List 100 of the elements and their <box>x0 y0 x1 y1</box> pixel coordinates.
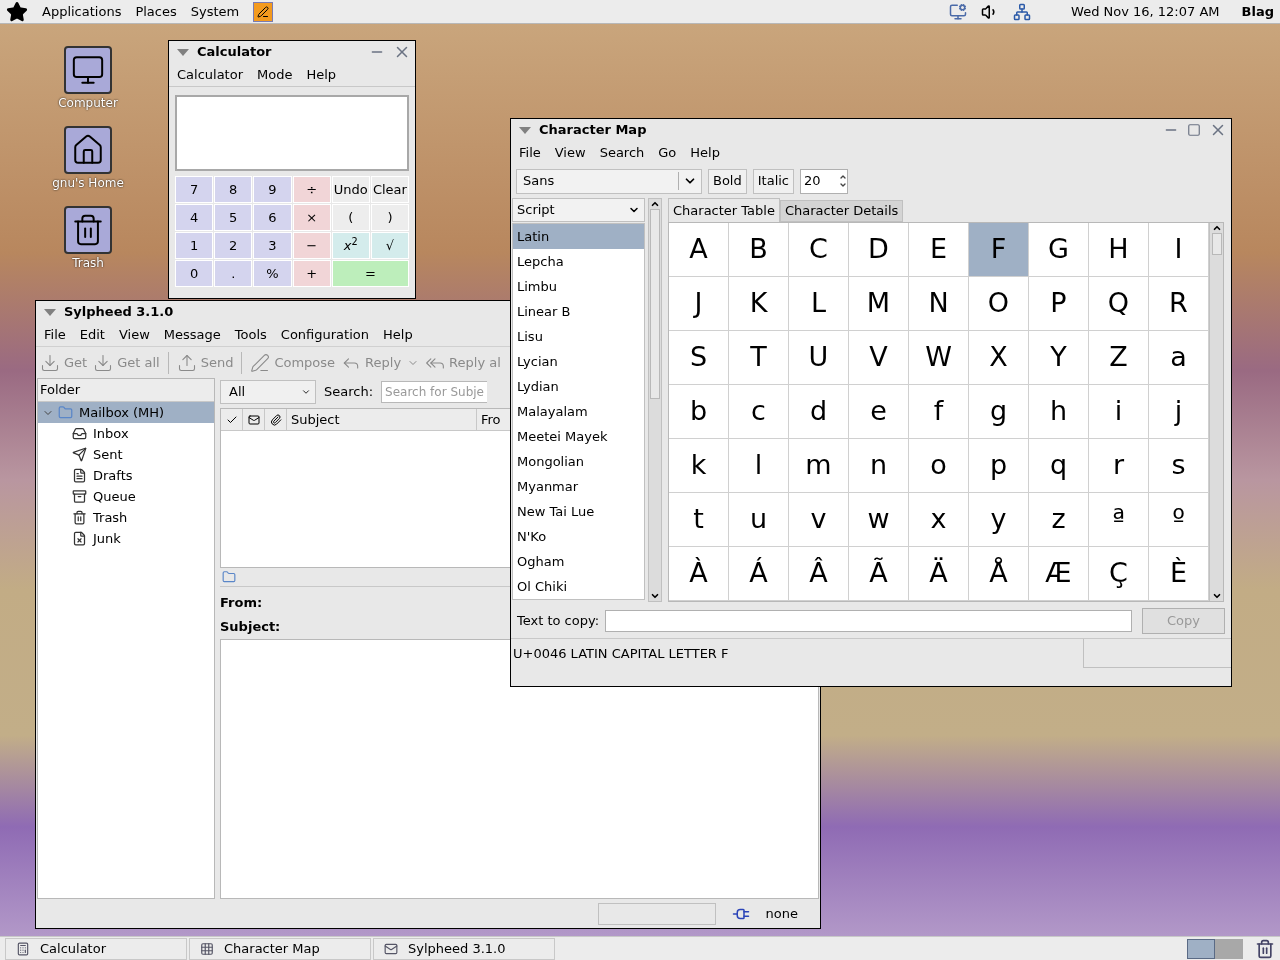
character-cell[interactable]: u <box>729 493 789 547</box>
taskbar-button[interactable]: Sylpheed 3.1.0 <box>373 937 555 960</box>
calculator-key[interactable]: ÷ <box>292 176 331 203</box>
menu-item[interactable]: Calculator <box>177 64 243 85</box>
workspace-switcher[interactable] <box>1187 938 1243 959</box>
calculator-key[interactable]: √ <box>370 232 409 259</box>
character-cell[interactable]: J <box>669 277 729 331</box>
calculator-key[interactable]: x$^{2}$ <box>331 232 370 259</box>
calculator-key[interactable]: ) <box>370 204 409 231</box>
character-cell[interactable]: O <box>969 277 1029 331</box>
character-cell[interactable]: Æ <box>1029 547 1089 601</box>
panel-menu[interactable]: Applications <box>42 1 122 22</box>
scrollbar[interactable] <box>1209 223 1223 601</box>
character-cell[interactable]: t <box>669 493 729 547</box>
menu-item[interactable]: Help <box>306 64 337 85</box>
character-cell[interactable]: f <box>909 385 969 439</box>
calculator-key[interactable]: 8 <box>214 176 253 203</box>
calculator-key[interactable]: ( <box>331 204 370 231</box>
character-cell[interactable]: G <box>1029 223 1089 277</box>
character-cell[interactable]: j <box>1149 385 1209 439</box>
character-cell[interactable]: z <box>1029 493 1089 547</box>
window-menu-icon[interactable] <box>519 126 531 134</box>
character-cell[interactable]: w <box>849 493 909 547</box>
character-cell[interactable]: a <box>1149 331 1209 385</box>
script-dropdown[interactable]: Script <box>512 198 645 222</box>
character-cell[interactable]: Ç <box>1089 547 1149 601</box>
character-cell[interactable]: i <box>1089 385 1149 439</box>
script-item[interactable]: Malayalam <box>513 399 644 424</box>
character-cell[interactable]: b <box>669 385 729 439</box>
bold-toggle[interactable]: Bold <box>708 168 747 194</box>
scrollbar-thumb[interactable] <box>1211 233 1222 255</box>
character-cell[interactable]: g <box>969 385 1029 439</box>
calculator-key[interactable]: 0 <box>175 260 214 287</box>
menu-item[interactable]: Help <box>383 324 413 345</box>
calculator-key[interactable]: + <box>292 260 331 287</box>
character-cell[interactable]: q <box>1029 439 1089 493</box>
character-cell[interactable]: F <box>969 223 1029 277</box>
panel-menu[interactable]: Places <box>135 1 177 22</box>
character-cell[interactable]: Â <box>789 547 849 601</box>
script-item[interactable]: Lydian <box>513 374 644 399</box>
menu-item[interactable]: View <box>554 142 586 163</box>
character-cell[interactable]: E <box>909 223 969 277</box>
character-cell[interactable]: L <box>789 277 849 331</box>
menu-item[interactable]: Go <box>658 142 677 163</box>
clock[interactable]: Wed Nov 16, 12:07 AM <box>1071 1 1220 22</box>
character-cell[interactable]: H <box>1089 223 1149 277</box>
character-cell[interactable]: À <box>669 547 729 601</box>
character-cell[interactable]: x <box>909 493 969 547</box>
folder-item[interactable]: Junk <box>38 528 214 549</box>
menu-item[interactable]: View <box>118 324 150 345</box>
character-cell[interactable]: r <box>1089 439 1149 493</box>
character-cell[interactable]: X <box>969 331 1029 385</box>
script-item[interactable]: Limbu <box>513 274 644 299</box>
character-cell[interactable]: W <box>909 331 969 385</box>
italic-toggle[interactable]: Italic <box>752 168 795 194</box>
character-cell[interactable]: y <box>969 493 1029 547</box>
character-cell[interactable]: d <box>789 385 849 439</box>
character-cell[interactable]: D <box>849 223 909 277</box>
character-cell[interactable]: p <box>969 439 1029 493</box>
menu-item[interactable]: File <box>519 142 541 163</box>
taskbar-button[interactable]: Calculator <box>5 937 187 960</box>
calculator-key[interactable]: . <box>214 260 253 287</box>
folder-item[interactable]: Mailbox (MH) <box>38 402 214 423</box>
tab[interactable]: Character Table <box>668 198 780 222</box>
menu-item[interactable]: Configuration <box>280 324 369 345</box>
network-icon[interactable] <box>1013 2 1032 21</box>
script-item[interactable]: Lycian <box>513 349 644 374</box>
character-cell[interactable]: C <box>789 223 849 277</box>
folder-item[interactable]: Inbox <box>38 423 214 444</box>
display-icon[interactable] <box>949 2 968 21</box>
calculator-key[interactable]: 7 <box>175 176 214 203</box>
menu-item[interactable]: Edit <box>79 324 105 345</box>
character-cell[interactable]: È <box>1149 547 1209 601</box>
column-header[interactable]: Fro <box>477 409 505 430</box>
text-to-copy-field[interactable] <box>605 610 1133 632</box>
script-item[interactable]: Ogham <box>513 549 644 574</box>
character-cell[interactable]: T <box>729 331 789 385</box>
trash-icon[interactable] <box>1255 938 1275 959</box>
character-cell[interactable]: n <box>849 439 909 493</box>
size-spinner[interactable]: 20 <box>800 168 849 194</box>
character-cell[interactable]: Ã <box>849 547 909 601</box>
calculator-key[interactable]: Clear <box>370 176 409 203</box>
tab[interactable]: Character Details <box>779 200 904 222</box>
menu-item[interactable]: Help <box>690 142 720 163</box>
menu-item[interactable]: Tools <box>234 324 267 345</box>
character-cell[interactable]: s <box>1149 439 1209 493</box>
calculator-key[interactable]: Undo <box>331 176 370 203</box>
character-cell[interactable]: R <box>1149 277 1209 331</box>
character-cell[interactable]: v <box>789 493 849 547</box>
menu-item[interactable]: Mode <box>257 64 293 85</box>
notes-launcher-icon[interactable] <box>253 1 274 22</box>
script-item[interactable]: Lisu <box>513 324 644 349</box>
script-item[interactable]: Linear B <box>513 299 644 324</box>
calculator-key[interactable]: 3 <box>253 232 292 259</box>
script-item[interactable]: N'Ko <box>513 524 644 549</box>
character-cell[interactable]: º <box>1149 493 1209 547</box>
script-item[interactable]: Latin <box>513 224 644 249</box>
character-cell[interactable]: m <box>789 439 849 493</box>
taskbar-button[interactable]: Character Map <box>189 937 371 960</box>
character-cell[interactable]: M <box>849 277 909 331</box>
